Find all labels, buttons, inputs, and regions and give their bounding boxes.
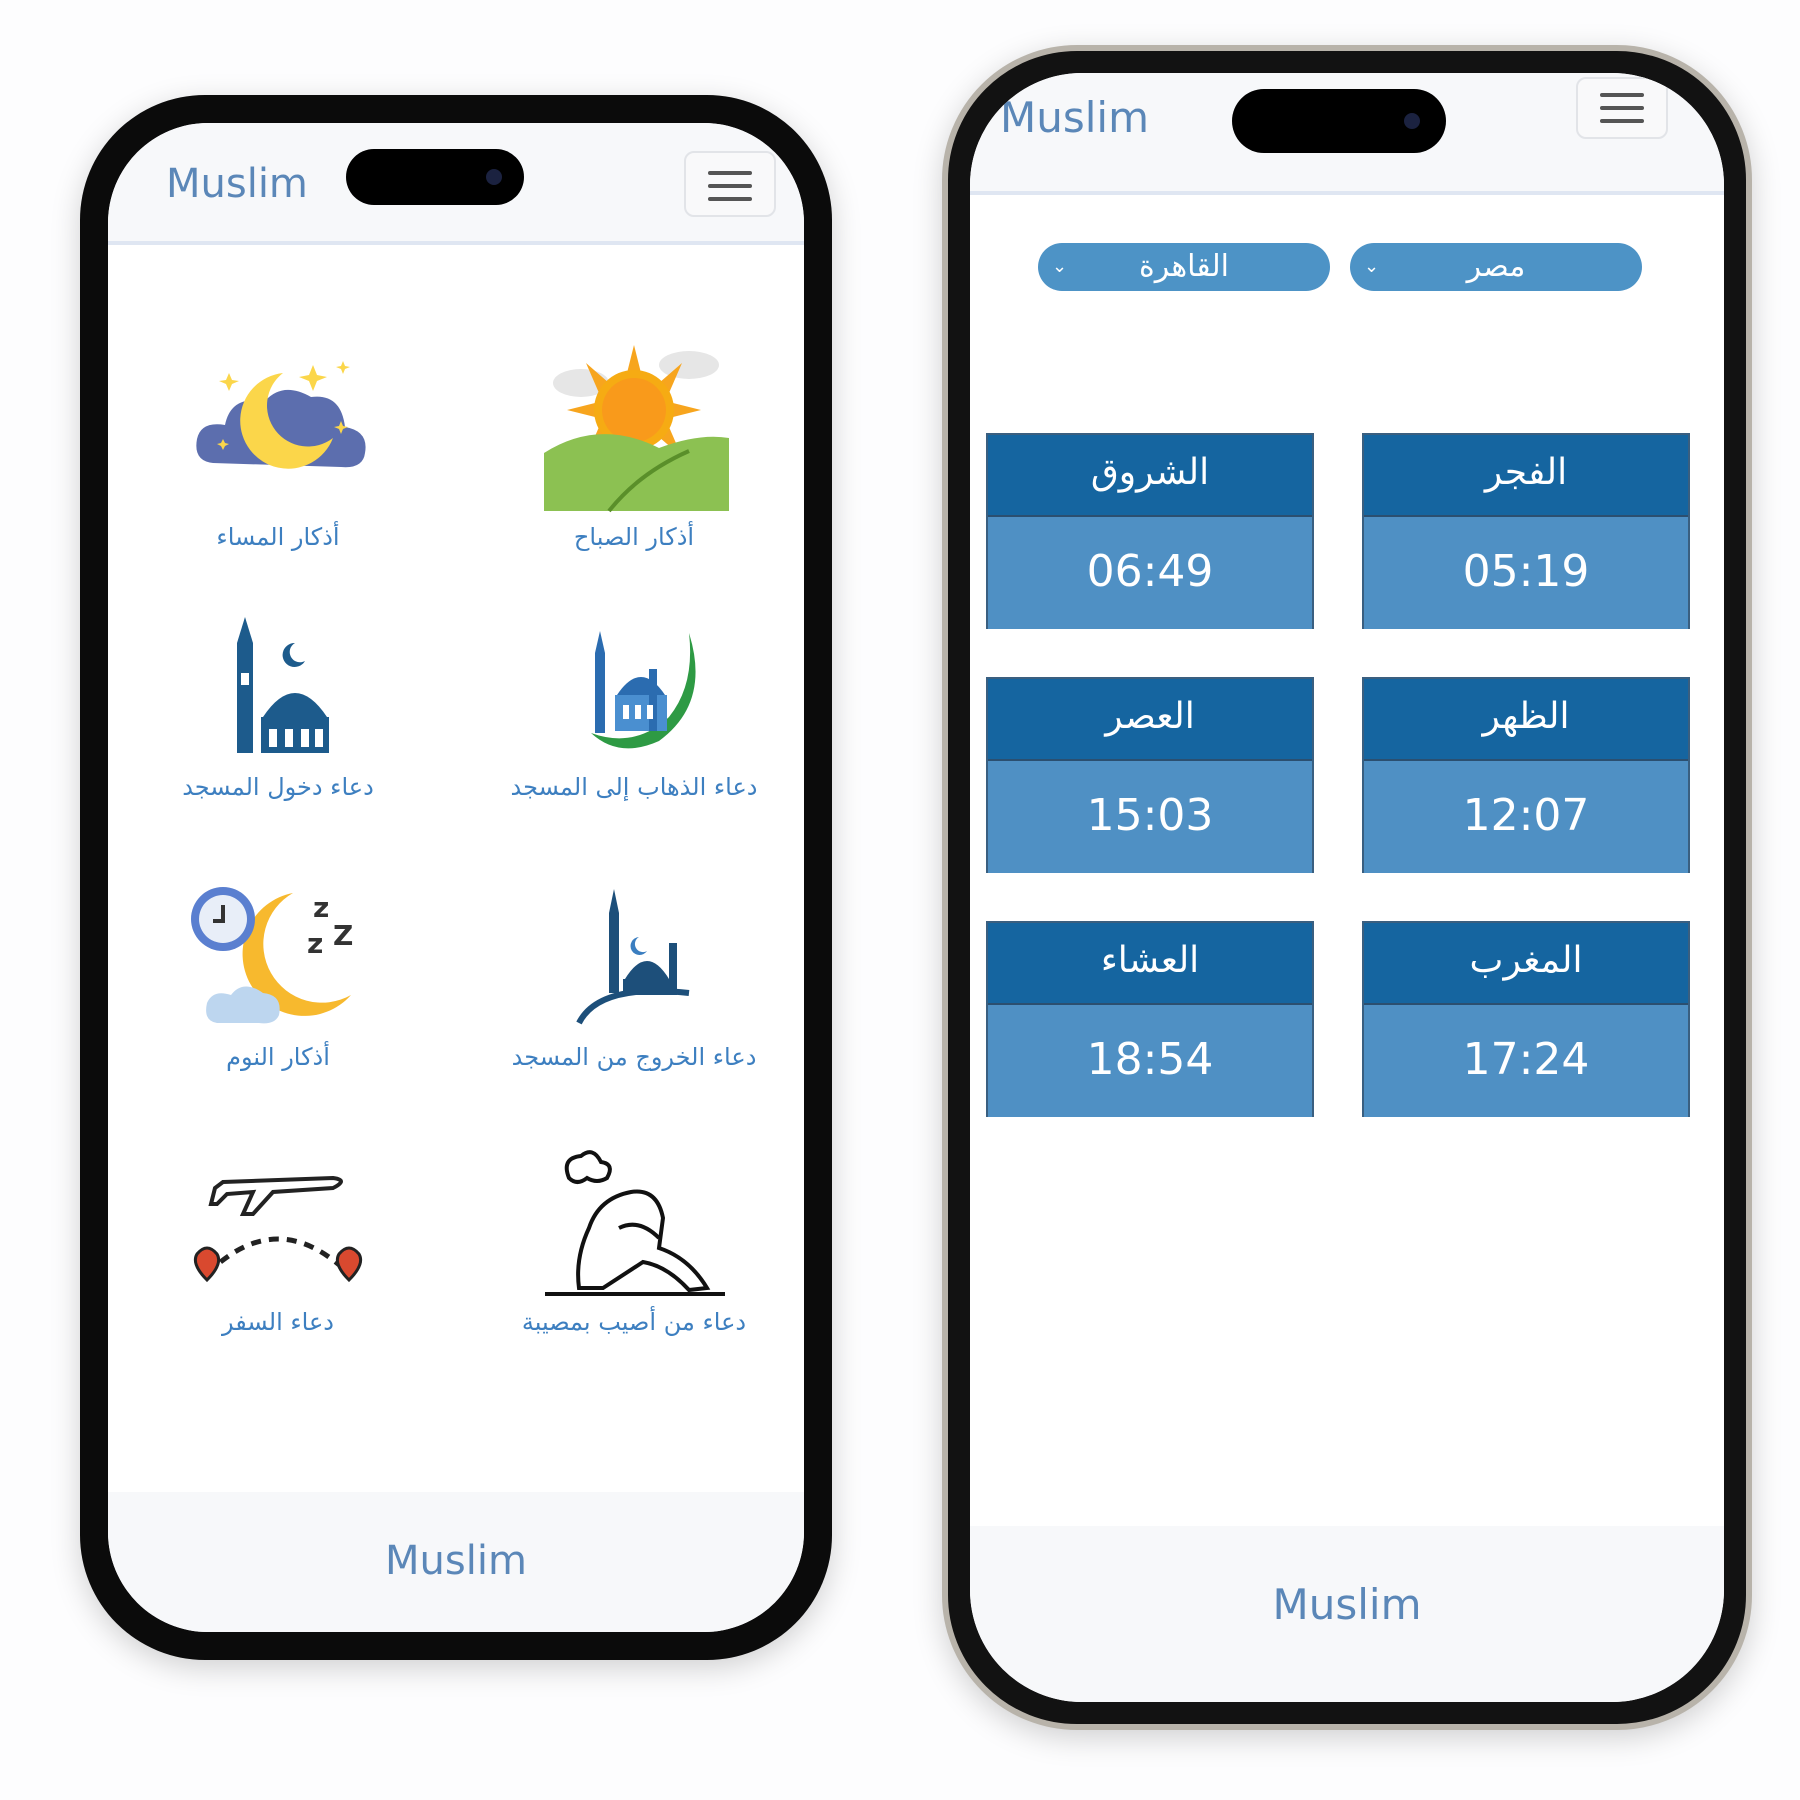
city-selected-value: القاهرة — [1139, 249, 1229, 284]
footer-brand: Muslim — [1272, 1580, 1422, 1629]
prayer-card-fajr: الفجر 05:19 — [1362, 433, 1690, 629]
prayer-name: العشاء — [988, 923, 1312, 1005]
dynamic-island — [346, 149, 524, 205]
phone-home: Muslim أذكار الصباح أذكار المساء دعاء ال… — [80, 95, 832, 1660]
prayer-screen: Muslim ⌄ القاهرة ⌄ مصر الفجر 05:19 الشرو… — [970, 73, 1724, 1702]
menu-icon — [1600, 93, 1644, 97]
chevron-down-icon: ⌄ — [1364, 256, 1380, 277]
tile-morning-adhkar[interactable]: أذكار الصباح — [504, 343, 764, 553]
country-selected-value: مصر — [1466, 249, 1526, 284]
menu-icon — [708, 171, 752, 175]
prayer-name: الظهر — [1364, 679, 1688, 761]
prayer-time: 15:03 — [988, 761, 1312, 873]
tile-label: أذكار الصباح — [573, 523, 695, 551]
prayer-name: العصر — [988, 679, 1312, 761]
brand-logo[interactable]: Muslim — [1000, 93, 1149, 142]
mosque-minaret-icon — [237, 617, 329, 753]
prayer-name: الشروق — [988, 435, 1312, 517]
svg-text:Z: Z — [333, 919, 353, 952]
svg-text:z: z — [313, 891, 329, 924]
tile-going-to-mosque[interactable]: دعاء الذهاب إلى المسجد — [504, 613, 764, 803]
prayer-card-dhuhr: الظهر 12:07 — [1362, 677, 1690, 873]
tile-label: دعاء الخروج من المسجد — [511, 1043, 757, 1071]
prayer-card-asr: العصر 15:03 — [986, 677, 1314, 873]
city-select[interactable]: ⌄ القاهرة — [1038, 243, 1330, 291]
menu-icon-line — [1600, 106, 1644, 110]
tile-sleep-adhkar[interactable]: zZz أذكار النوم — [148, 883, 408, 1073]
tile-label: دعاء الذهاب إلى المسجد — [510, 773, 758, 801]
phone-prayer-times: Muslim ⌄ القاهرة ⌄ مصر الفجر 05:19 الشرو… — [942, 45, 1752, 1730]
menu-toggle-button[interactable] — [1576, 77, 1668, 139]
menu-icon-line — [708, 197, 752, 201]
home-screen: Muslim أذكار الصباح أذكار المساء دعاء ال… — [108, 123, 804, 1632]
prayer-time: 06:49 — [988, 517, 1312, 629]
footer: Muslim — [108, 1492, 804, 1632]
dynamic-island — [1232, 89, 1446, 153]
prayer-card-sunrise: الشروق 06:49 — [986, 433, 1314, 629]
sad-person-icon — [545, 1150, 725, 1296]
tile-label: أذكار النوم — [226, 1043, 330, 1071]
tile-travel-dua[interactable]: دعاء السفر — [148, 1148, 408, 1338]
airplane-travel-icon — [193, 1175, 363, 1283]
prayer-card-isha: العشاء 18:54 — [986, 921, 1314, 1117]
prayer-time: 18:54 — [988, 1005, 1312, 1117]
sleep-moon-icon: zZz — [191, 887, 353, 1024]
camera-icon — [1404, 113, 1420, 129]
sunrise-icon — [544, 345, 729, 513]
tile-evening-adhkar[interactable]: أذكار المساء — [148, 343, 408, 553]
svg-text:z: z — [307, 927, 323, 960]
prayer-name: الفجر — [1364, 435, 1688, 517]
menu-icon-line — [708, 184, 752, 188]
prayer-card-maghrib: المغرب 17:24 — [1362, 921, 1690, 1117]
camera-icon — [486, 169, 502, 185]
tile-label: دعاء دخول المسجد — [182, 773, 374, 801]
menu-icon-line — [1600, 119, 1644, 123]
prayer-name: المغرب — [1364, 923, 1688, 1005]
prayer-time: 17:24 — [1364, 1005, 1688, 1117]
menu-toggle-button[interactable] — [684, 151, 776, 217]
prayer-time: 05:19 — [1364, 517, 1688, 629]
prayer-time: 12:07 — [1364, 761, 1688, 873]
mosque-crescent-icon — [591, 631, 696, 749]
footer-brand: Muslim — [385, 1538, 527, 1584]
tile-label: دعاء السفر — [221, 1308, 334, 1336]
tile-leaving-mosque[interactable]: دعاء الخروج من المسجد — [504, 883, 764, 1073]
moon-cloud-icon — [196, 361, 366, 469]
footer: Muslim — [970, 1526, 1724, 1702]
mosque-hill-icon — [576, 889, 690, 1025]
country-select[interactable]: ⌄ مصر — [1350, 243, 1642, 291]
chevron-down-icon: ⌄ — [1052, 256, 1068, 277]
brand-logo[interactable]: Muslim — [166, 161, 308, 207]
tile-calamity-dua[interactable]: دعاء من أصيب بمصيبة — [504, 1148, 764, 1338]
tile-entering-mosque[interactable]: دعاء دخول المسجد — [148, 613, 408, 803]
tile-label: دعاء من أصيب بمصيبة — [521, 1308, 747, 1336]
tile-label: أذكار المساء — [216, 523, 340, 551]
